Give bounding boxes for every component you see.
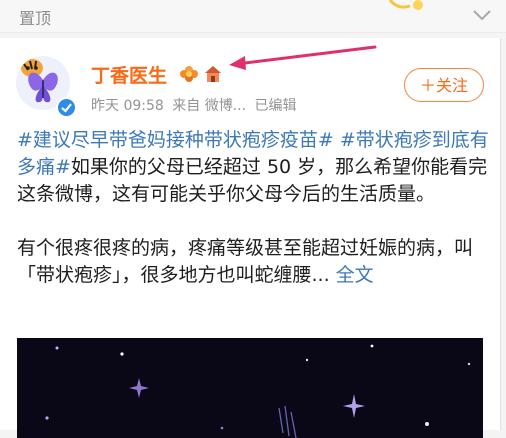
verified-badge-icon <box>56 97 77 118</box>
post-image[interactable] <box>17 338 483 438</box>
sparkle-decoration-icon <box>388 0 423 10</box>
author-name[interactable]: 丁香医生 <box>91 61 167 88</box>
annotation-arrow-icon <box>229 45 377 70</box>
post-edited-label[interactable]: 已编辑 <box>255 98 297 114</box>
flower-badge-icon <box>180 66 198 82</box>
expand-full-text-link[interactable]: 全文 <box>336 264 374 286</box>
weibo-post-card: 丁香医生 昨天 09:58 来自 微博... 已编辑 ＋关注 #建议尽早带爸妈接… <box>0 38 501 438</box>
night-sparkle-image <box>17 338 483 438</box>
post-time: 昨天 09:58 <box>91 98 164 114</box>
house-badge-icon <box>205 66 221 82</box>
hashtag-vaccine[interactable]: #建议尽早带爸妈接种带状疱疹疫苗# <box>17 129 334 151</box>
post-paragraph-2: 有个很疼很疼的病，疼痛等级甚至能超过妊娠的病，叫「带状疱疹」，很多地方也叫蛇缠腰… <box>17 235 491 289</box>
pinned-bar[interactable]: 置顶 <box>0 0 506 33</box>
post-body: #建议尽早带爸妈接种带状疱疹疫苗# #带状疱疹到底有多痛#如果你的父母已经超过 … <box>17 127 491 316</box>
chevron-down-icon[interactable] <box>470 3 494 27</box>
paragraph-2-text: 有个很疼很疼的病，疼痛等级甚至能超过妊娠的病，叫「带状疱疹」，很多地方也叫蛇缠腰… <box>17 237 474 286</box>
post-source[interactable]: 来自 微博... <box>172 98 246 114</box>
paragraph-1-text: 如果你的父母已经超过 50 岁，那么希望你能看完这条微博，这有可能关乎你父母今后… <box>17 156 488 205</box>
post-paragraph-1: #建议尽早带爸妈接种带状疱疹疫苗# #带状疱疹到底有多痛#如果你的父母已经超过 … <box>17 127 491 208</box>
pinned-label: 置顶 <box>19 9 52 28</box>
follow-button[interactable]: ＋关注 <box>404 68 484 102</box>
post-meta: 昨天 09:58 来自 微博... 已编辑 <box>91 95 301 115</box>
